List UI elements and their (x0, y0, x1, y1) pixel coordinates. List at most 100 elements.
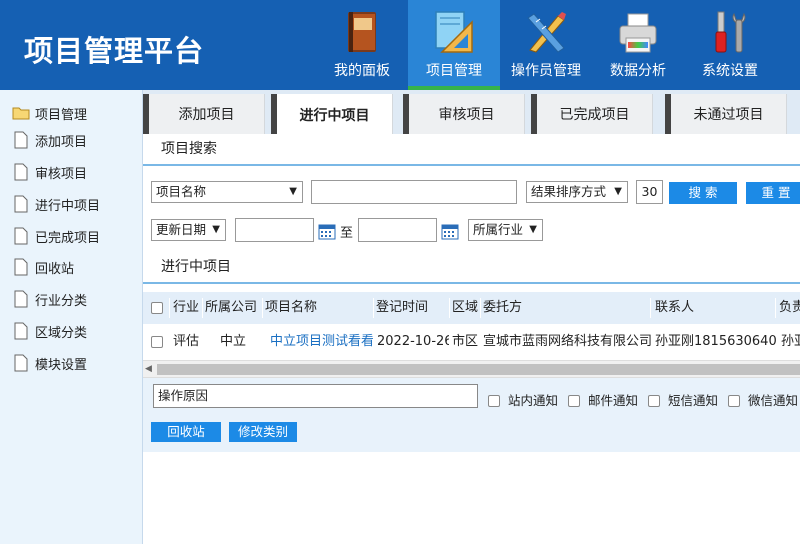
recycle-bin-button[interactable]: 回收站 (151, 422, 221, 442)
scroll-left-icon[interactable]: ◀ (145, 364, 152, 374)
horizontal-scrollbar[interactable]: ◀ (143, 360, 800, 378)
sidebar-item-recycle-bin[interactable]: 回收站 (12, 256, 74, 278)
sidebar-item-label: 模块设置 (35, 357, 88, 373)
col-header-client[interactable]: 委托方 (483, 292, 649, 324)
keyword-input[interactable] (311, 180, 517, 204)
sidebar-item-completed-project[interactable]: 已完成项目 (12, 225, 100, 247)
search-button[interactable]: 搜 索 (669, 182, 737, 204)
sidebar-item-ongoing-project[interactable]: 进行中项目 (12, 193, 100, 215)
document-icon (14, 290, 28, 308)
printer-icon (619, 13, 657, 53)
select-all-checkbox[interactable] (151, 302, 163, 314)
sidebar-item-label: 区域分类 (35, 325, 88, 341)
sidebar-item-review-project[interactable]: 审核项目 (12, 161, 87, 183)
column-divider (775, 298, 776, 318)
document-icon (14, 227, 28, 245)
select-value: 项目名称 (156, 184, 207, 199)
tab-add-project[interactable]: 添加项目 (143, 94, 265, 134)
col-header-region[interactable]: 区域 (452, 292, 482, 324)
sidebar-item-label: 已完成项目 (35, 230, 101, 246)
cell-date: 2022-10-26 (377, 334, 449, 349)
date-range-separator: 至 (340, 226, 354, 241)
checkbox[interactable] (728, 395, 740, 407)
sidebar-item-project-management[interactable]: 项目管理 (12, 102, 87, 124)
nav-label: 操作员管理 (511, 63, 581, 79)
column-divider (449, 298, 450, 318)
option-label: 微信通知 (748, 393, 799, 408)
notify-sms-option[interactable]: 短信通知 (648, 390, 718, 409)
tab-rejected-project[interactable]: 未通过项目 (665, 94, 787, 134)
scrollbar-thumb[interactable] (157, 364, 800, 375)
tab-review-project[interactable]: 审核项目 (403, 94, 525, 134)
col-header-owner[interactable]: 负责 (779, 292, 800, 324)
option-label: 邮件通知 (588, 393, 639, 408)
select-value: 所属行业 (473, 222, 524, 237)
chevron-down-icon: ▼ (289, 186, 297, 197)
nav-my-panel[interactable]: 我的面板 (316, 0, 408, 90)
cell-owner: 孙亚 (781, 334, 800, 349)
cell-industry: 评估 (173, 334, 200, 349)
col-header-company[interactable]: 所属公司 (205, 292, 263, 324)
modify-category-button[interactable]: 修改类别 (229, 422, 297, 442)
document-icon (14, 163, 28, 181)
sort-select[interactable]: 结果排序方式 ▼ (526, 181, 628, 203)
search-field-select[interactable]: 项目名称 ▼ (151, 181, 303, 203)
sidebar-item-industry-category[interactable]: 行业分类 (12, 288, 87, 310)
project-name-link[interactable]: 中立项目测试看看 (270, 326, 373, 358)
list-section-title: 进行中项目 (143, 252, 800, 284)
start-date-input[interactable] (235, 218, 314, 242)
industry-select[interactable]: 所属行业 ▼ (468, 219, 543, 241)
chevron-down-icon: ▼ (212, 224, 220, 235)
select-value: 结果排序方式 (531, 184, 607, 199)
document-icon (14, 195, 28, 213)
tab-ongoing-project[interactable]: 进行中项目 (271, 94, 393, 136)
tab-bar: 添加项目 进行中项目 审核项目 已完成项目 未通过项目 (143, 90, 800, 136)
sidebar-item-add-project[interactable]: 添加项目 (12, 129, 87, 151)
notify-wechat-option[interactable]: 微信通知 (728, 390, 798, 409)
checkbox[interactable] (488, 395, 500, 407)
col-header-contact[interactable]: 联系人 (655, 292, 775, 324)
nav-data-analysis[interactable]: 数据分析 (592, 0, 684, 90)
column-divider (373, 298, 374, 318)
option-label: 站内通知 (508, 393, 559, 408)
search-section-title: 项目搜索 (143, 134, 800, 166)
checkbox[interactable] (568, 395, 580, 407)
select-value: 更新日期 (156, 222, 207, 237)
nav-label: 系统设置 (702, 63, 758, 79)
column-divider (169, 298, 170, 318)
reset-button[interactable]: 重 置 (746, 182, 800, 204)
table-row: 评估 中立 中立项目测试看看 2022-10-26 市区 宣城市蓝雨网络科技有限… (143, 326, 800, 358)
end-date-input[interactable] (358, 218, 437, 242)
cell-contact: 孙亚刚18156306406 (655, 334, 777, 349)
sidebar-item-region-category[interactable]: 区域分类 (12, 320, 87, 342)
notify-email-option[interactable]: 邮件通知 (568, 390, 638, 409)
nav-operator-management[interactable]: 操作员管理 (500, 0, 592, 90)
book-icon (348, 12, 376, 52)
row-checkbox[interactable] (151, 336, 163, 348)
nav-label: 项目管理 (426, 63, 482, 79)
folder-icon (12, 107, 30, 120)
sidebar-item-module-settings[interactable]: 模块设置 (12, 352, 87, 374)
app-title: 项目管理平台 (24, 34, 205, 68)
calendar-icon[interactable] (318, 222, 336, 240)
col-header-industry[interactable]: 行业 (173, 292, 203, 324)
calendar-icon[interactable] (441, 222, 459, 240)
notify-site-option[interactable]: 站内通知 (488, 390, 558, 409)
sidebar-item-label: 进行中项目 (35, 198, 101, 214)
date-type-select[interactable]: 更新日期 ▼ (151, 219, 226, 241)
cell-company: 中立 (220, 334, 247, 349)
page-size-input[interactable]: 30 (636, 180, 663, 204)
checkbox[interactable] (648, 395, 660, 407)
tab-completed-project[interactable]: 已完成项目 (531, 94, 653, 134)
document-icon (14, 258, 28, 276)
sidebar: 项目管理 添加项目 审核项目 进行中项目 已完成项目 回收站 行业分类 区域分类… (0, 90, 143, 544)
nav-system-settings[interactable]: 系统设置 (684, 0, 776, 90)
reason-textarea[interactable]: 操作原因 (153, 384, 478, 408)
nav-project-management[interactable]: 项目管理 (408, 0, 500, 90)
document-icon (14, 354, 28, 372)
column-divider (202, 298, 203, 318)
col-header-project-name[interactable]: 项目名称 (265, 292, 373, 324)
column-divider (650, 298, 651, 318)
col-header-date[interactable]: 登记时间 (376, 292, 450, 324)
sidebar-item-label: 审核项目 (35, 166, 88, 182)
